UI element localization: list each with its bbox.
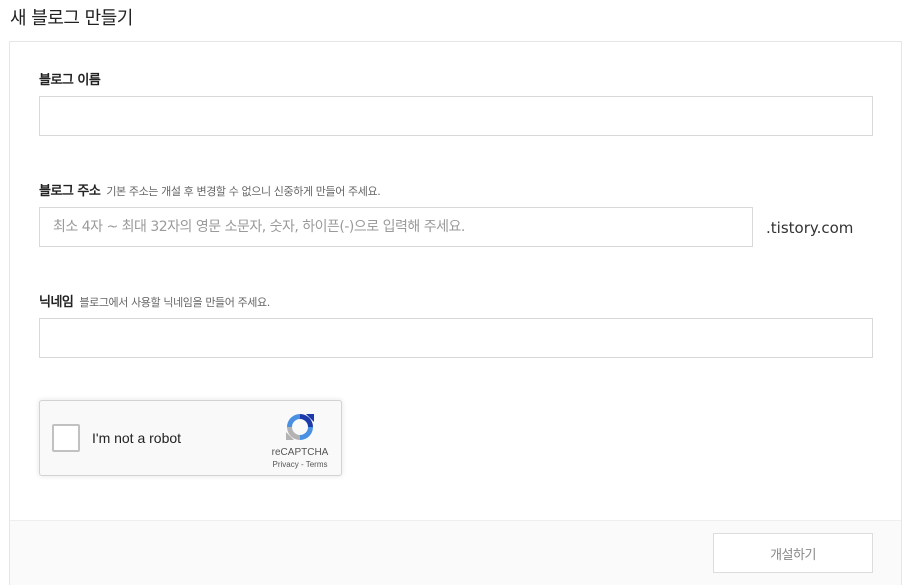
- blog-name-label: 블로그 이름: [39, 73, 101, 88]
- recaptcha-privacy-link[interactable]: Privacy: [273, 460, 299, 469]
- form-footer: 개설하기: [10, 520, 901, 585]
- create-blog-button[interactable]: 개설하기: [713, 533, 873, 573]
- blog-address-input[interactable]: [39, 207, 753, 247]
- recaptcha-brand: reCAPTCHA: [271, 447, 329, 458]
- blog-name-input[interactable]: [39, 96, 873, 136]
- recaptcha-links-separator: -: [298, 460, 306, 469]
- recaptcha-logo-icon: [286, 414, 314, 440]
- nickname-input[interactable]: [39, 318, 873, 358]
- recaptcha-links: Privacy - Terms: [258, 460, 342, 469]
- recaptcha-checkbox[interactable]: [52, 424, 80, 452]
- blog-name-label-row: 블로그 이름: [39, 69, 101, 88]
- blog-address-label-row: 블로그 주소 기본 주소는 개설 후 변경할 수 없으니 신중하게 만들어 주세요…: [39, 180, 381, 199]
- nickname-hint: 블로그에서 사용할 닉네임을 만들어 주세요.: [79, 296, 270, 309]
- create-blog-form: 블로그 이름 블로그 주소 기본 주소는 개설 후 변경할 수 없으니 신중하게 …: [9, 41, 902, 585]
- page-title: 새 블로그 만들기: [10, 8, 133, 29]
- nickname-label-row: 닉네임 블로그에서 사용할 닉네임을 만들어 주세요.: [39, 291, 270, 310]
- blog-address-hint: 기본 주소는 개설 후 변경할 수 없으니 신중하게 만들어 주세요.: [106, 185, 381, 198]
- recaptcha-label: I'm not a robot: [92, 430, 182, 446]
- blog-address-label: 블로그 주소: [39, 184, 101, 199]
- recaptcha-widget: I'm not a robot reCAPTCHA Privacy - Term…: [39, 400, 342, 476]
- nickname-label: 닉네임: [39, 295, 74, 310]
- recaptcha-terms-link[interactable]: Terms: [306, 460, 328, 469]
- domain-suffix: .tistory.com: [766, 219, 854, 237]
